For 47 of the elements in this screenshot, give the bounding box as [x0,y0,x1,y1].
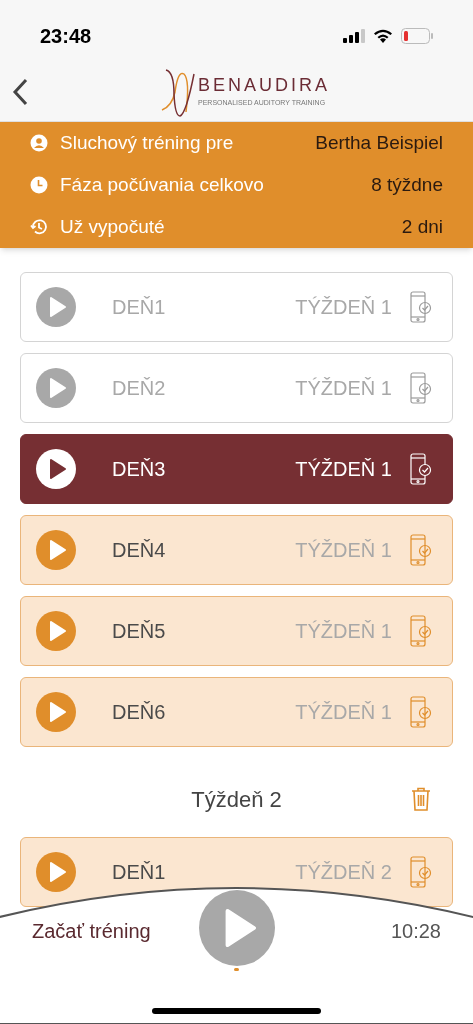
day-label: DEŇ3 [112,457,166,482]
day-row[interactable]: DEŇ4 TÝŽDEŇ 1 [20,515,453,585]
day-row[interactable]: DEŇ6 TÝŽDEŇ 1 [20,677,453,747]
day-label: DEŇ5 [112,619,166,644]
week-label: TÝŽDEŇ 2 [295,860,392,885]
day-label: DEŇ2 [112,376,166,401]
trash-icon[interactable] [411,787,431,811]
week-label: TÝŽDEŇ 1 [295,538,392,563]
status-time: 23:48 [40,24,92,49]
summary-value: Bertha Beispiel [315,130,443,155]
week-label: TÝŽDEŇ 1 [295,457,392,482]
back-icon[interactable] [12,77,28,106]
week-label: TÝŽDEŇ 1 [295,376,392,401]
summary-label: Sluchový tréning pre [60,130,234,155]
summary-value: 8 týždne [371,172,443,197]
week-label: TÝŽDEŇ 1 [295,619,392,644]
day-label: DEŇ4 [112,538,166,563]
phone-check-icon [410,372,432,404]
play-icon[interactable] [36,449,76,489]
wifi-icon [373,29,393,43]
battery-icon [401,28,433,44]
day-row[interactable]: DEŇ5 TÝŽDEŇ 1 [20,596,453,666]
clock-icon [30,176,48,194]
day-row[interactable]: DEŇ3 TÝŽDEŇ 1 [20,434,453,504]
week-label: TÝŽDEŇ 1 [295,700,392,725]
week-heading: Týždeň 2 [191,785,282,814]
week-label: TÝŽDEŇ 1 [295,295,392,320]
day-label: DEŇ6 [112,700,166,725]
history-icon [30,218,48,236]
start-training-label: Začať tréning [32,918,152,944]
logo-icon [160,66,196,118]
signal-icon [343,29,365,43]
phone-check-icon [410,696,432,728]
phone-check-icon [410,291,432,323]
phone-check-icon [410,534,432,566]
summary-label: Fáza počúvania celkovo [60,172,264,197]
brand-name: BENAUDIRA [198,75,331,94]
summary-value: 2 dni [401,214,443,239]
phone-check-icon [410,453,432,485]
phone-check-icon [410,615,432,647]
phone-check-icon [410,856,432,888]
user-icon [30,134,48,152]
duration-label: 10:28 [389,918,441,944]
play-button[interactable] [198,890,275,966]
day-label: DEŇ1 [112,295,166,320]
summary-label: Už vypočuté [60,214,165,239]
day-label: DEŇ1 [112,860,166,885]
